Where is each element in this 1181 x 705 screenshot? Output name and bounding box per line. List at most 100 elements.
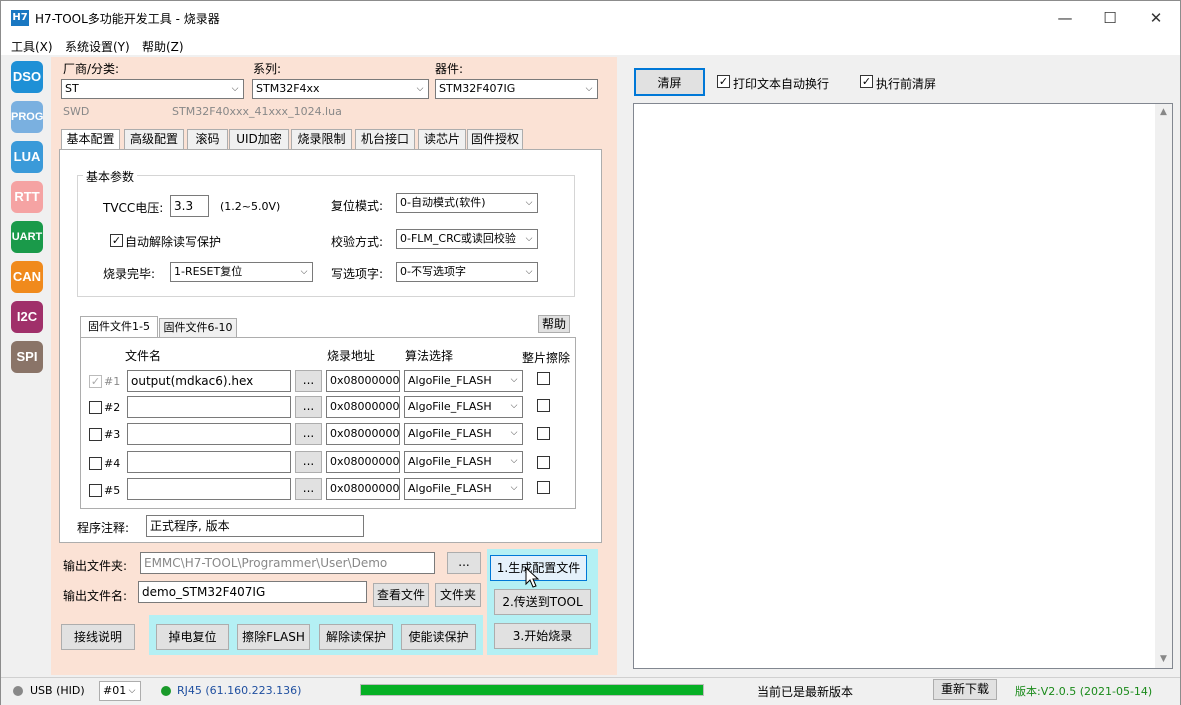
enable-read-protect-button[interactable]: 使能读保护 — [401, 624, 476, 650]
verify-label: 校验方式: — [331, 235, 384, 249]
file3-browse-button[interactable]: ... — [295, 423, 322, 445]
auto-unprotect-checkbox[interactable]: ✓ — [110, 234, 123, 247]
menu-tools[interactable]: 工具(X) — [11, 38, 53, 55]
view-file-button[interactable]: 查看文件 — [373, 583, 429, 607]
file4-name-input[interactable] — [127, 451, 291, 473]
tab-machine-interface[interactable]: 机台接口 — [355, 129, 415, 150]
tab-rolling-code[interactable]: 滚码 — [187, 129, 228, 150]
sidebar-lua-button[interactable]: LUA — [11, 141, 43, 173]
output-folder-input[interactable]: EMMC\H7-TOOL\Programmer\User\Demo — [140, 552, 435, 574]
sidebar-dso-button[interactable]: DSO — [11, 61, 43, 93]
chevron-down-icon: ⌵ — [510, 456, 518, 466]
tab-basic-config[interactable]: 基本配置 — [61, 129, 120, 151]
done-select[interactable]: 1-RESET复位 ⌵ — [170, 262, 313, 282]
erase-flash-button[interactable]: 擦除FLASH — [237, 624, 310, 650]
file3-enable-checkbox[interactable] — [89, 428, 102, 441]
close-button[interactable]: ✕ — [1133, 1, 1179, 35]
maximize-button[interactable]: ☐ — [1087, 1, 1133, 35]
tab-advanced-config[interactable]: 高级配置 — [124, 129, 184, 150]
menu-bar: 工具(X) 系统设置(Y) 帮助(Z) — [1, 35, 1180, 55]
file2-algo-value: AlgoFile_FLASH — [408, 400, 492, 413]
scroll-up-icon[interactable]: ▲ — [1155, 104, 1172, 121]
file5-browse-button[interactable]: ... — [295, 478, 322, 500]
send-to-tool-button[interactable]: 2.传送到TOOL — [494, 589, 591, 615]
file1-name-input[interactable]: output(mdkac6).hex — [127, 370, 291, 392]
option-byte-select[interactable]: 0-不写选项字 ⌵ — [396, 262, 538, 282]
file2-algo-select[interactable]: AlgoFile_FLASH ⌵ — [404, 396, 523, 418]
tab-read-chip[interactable]: 读芯片 — [418, 129, 466, 150]
file2-address-input[interactable]: 0x08000000 — [326, 396, 400, 418]
wiring-guide-button[interactable]: 接线说明 — [61, 624, 135, 650]
file2-enable-checkbox[interactable] — [89, 401, 102, 414]
power-reset-button[interactable]: 掉电复位 — [156, 624, 229, 650]
chevron-down-icon: ⌵ — [525, 198, 533, 208]
file2-erase-checkbox[interactable] — [537, 399, 550, 412]
minimize-button[interactable]: — — [1042, 1, 1088, 35]
sidebar-prog-button[interactable]: PROG — [11, 101, 43, 133]
output-folder-browse-button[interactable]: ... — [447, 552, 481, 574]
open-folder-button[interactable]: 文件夹 — [435, 583, 481, 607]
menu-settings[interactable]: 系统设置(Y) — [65, 38, 130, 55]
sidebar-rtt-button[interactable]: RTT — [11, 181, 43, 213]
file1-address-input[interactable]: 0x08000000 — [326, 370, 400, 392]
tvcc-label: TVCC电压: — [103, 201, 164, 215]
file2-browse-button[interactable]: ... — [295, 396, 322, 418]
tab-firmware-6-10[interactable]: 固件文件6-10 — [159, 318, 237, 338]
file4-address-input[interactable]: 0x08000000 — [326, 451, 400, 473]
file3-algo-select[interactable]: AlgoFile_FLASH ⌵ — [404, 423, 523, 445]
scroll-down-icon[interactable]: ▼ — [1155, 651, 1172, 668]
firmware-help-button[interactable]: 帮助 — [538, 315, 570, 333]
file1-algo-select[interactable]: AlgoFile_FLASH ⌵ — [404, 370, 523, 392]
remove-read-protect-button[interactable]: 解除读保护 — [319, 624, 393, 650]
file1-enable-checkbox[interactable]: ✓ — [89, 375, 102, 388]
sidebar-i2c-button[interactable]: I2C — [11, 301, 43, 333]
file3-name-input[interactable] — [127, 423, 291, 445]
start-program-button[interactable]: 3.开始烧录 — [494, 623, 591, 649]
verify-select[interactable]: 0-FLM_CRC或读回校验 ⌵ — [396, 229, 538, 249]
clear-screen-button[interactable]: 清屏 — [634, 68, 705, 96]
output-name-input[interactable]: demo_STM32F407IG — [138, 581, 367, 603]
app-window: H7 H7-TOOL多功能开发工具 - 烧录器 — ☐ ✕ 工具(X) 系统设置… — [0, 0, 1181, 705]
output-folder-label: 输出文件夹: — [63, 559, 128, 573]
log-output-area[interactable]: ▲ ▼ — [633, 103, 1173, 669]
file3-address-input[interactable]: 0x08000000 — [326, 423, 400, 445]
log-scrollbar[interactable]: ▲ ▼ — [1155, 104, 1172, 668]
file5-algo-select[interactable]: AlgoFile_FLASH ⌵ — [404, 478, 523, 500]
menu-help[interactable]: 帮助(Z) — [142, 38, 184, 55]
file5-address-input[interactable]: 0x08000000 — [326, 478, 400, 500]
vendor-select[interactable]: ST ⌵ — [61, 79, 244, 99]
sidebar-can-button[interactable]: CAN — [11, 261, 43, 293]
file2-name-input[interactable] — [127, 396, 291, 418]
file2-number: #2 — [104, 401, 121, 414]
file5-erase-checkbox[interactable] — [537, 481, 550, 494]
file4-enable-checkbox[interactable] — [89, 457, 102, 470]
file5-name-input[interactable] — [127, 478, 291, 500]
file1-erase-checkbox[interactable] — [537, 372, 550, 385]
file4-browse-button[interactable]: ... — [295, 451, 322, 473]
sidebar-spi-button[interactable]: SPI — [11, 341, 43, 373]
tab-uid-encrypt[interactable]: UID加密 — [229, 129, 289, 150]
comment-input[interactable]: 正式程序, 版本 — [146, 515, 364, 537]
file5-enable-checkbox[interactable] — [89, 484, 102, 497]
reset-mode-select[interactable]: 0-自动模式(软件) ⌵ — [396, 193, 538, 213]
tvcc-input[interactable]: 3.3 — [170, 195, 209, 217]
tab-program-limit[interactable]: 烧录限制 — [291, 129, 352, 150]
file3-erase-checkbox[interactable] — [537, 427, 550, 440]
file4-algo-select[interactable]: AlgoFile_FLASH ⌵ — [404, 451, 523, 473]
file4-erase-checkbox[interactable] — [537, 456, 550, 469]
device-port-select[interactable]: #01 ⌵ — [99, 681, 141, 701]
basic-params-title: 基本参数 — [83, 168, 138, 185]
tab-firmware-license[interactable]: 固件授权 — [467, 129, 523, 150]
reset-mode-value: 0-自动模式(软件) — [400, 196, 486, 209]
redownload-button[interactable]: 重新下载 — [933, 679, 997, 700]
chevron-down-icon: ⌵ — [128, 686, 136, 696]
device-select[interactable]: STM32F407IG ⌵ — [435, 79, 598, 99]
option-byte-label: 写选项字: — [331, 267, 384, 281]
file1-browse-button[interactable]: ... — [295, 370, 322, 392]
sidebar-uart-button[interactable]: UART — [11, 221, 43, 253]
series-select[interactable]: STM32F4xx ⌵ — [252, 79, 429, 99]
clear-before-run-checkbox[interactable]: ✓ — [860, 75, 873, 88]
tab-firmware-1-5[interactable]: 固件文件1-5 — [80, 316, 158, 338]
window-title: H7-TOOL多功能开发工具 - 烧录器 — [35, 12, 220, 26]
auto-wrap-checkbox[interactable]: ✓ — [717, 75, 730, 88]
